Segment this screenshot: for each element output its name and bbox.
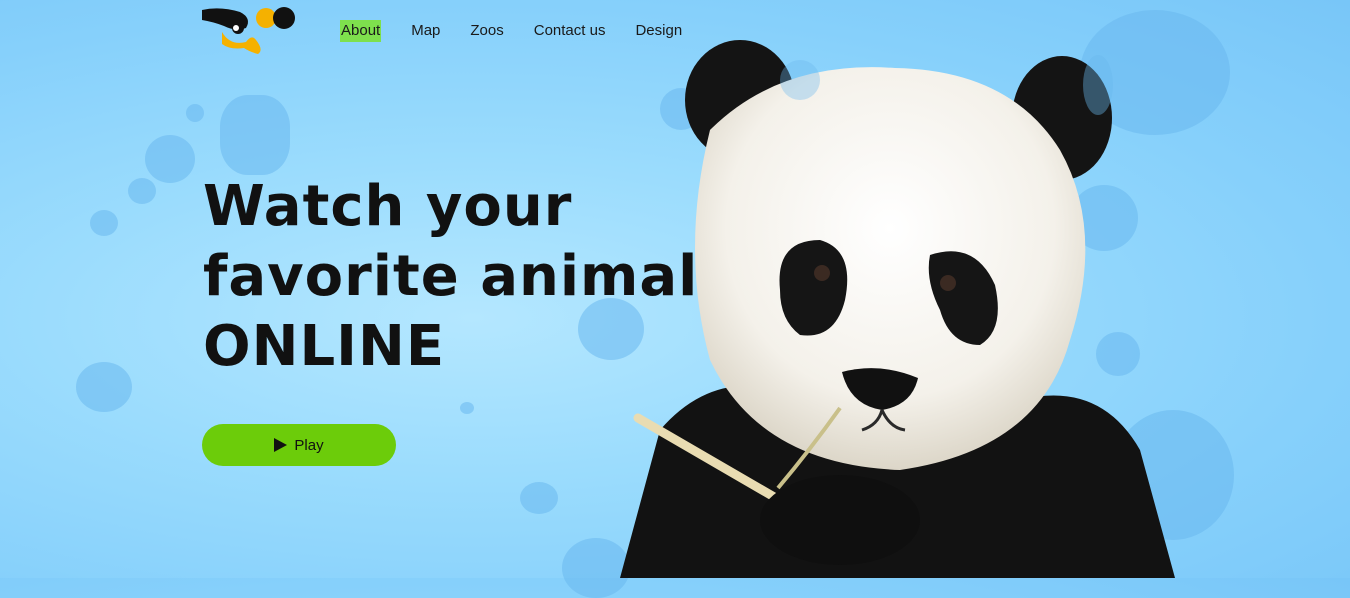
background-splash bbox=[128, 178, 156, 204]
site-header: About Map Zoos Contact us Design bbox=[200, 0, 720, 60]
background-splash bbox=[76, 362, 132, 412]
nav-item-contact-us[interactable]: Contact us bbox=[534, 20, 606, 42]
play-icon bbox=[274, 438, 288, 452]
background-splash bbox=[1083, 55, 1113, 115]
background-splash bbox=[145, 135, 195, 183]
hero-title-line-1: Watch your bbox=[203, 174, 573, 239]
background-splash bbox=[460, 402, 474, 414]
nav-item-zoos[interactable]: Zoos bbox=[470, 20, 503, 42]
nav-item-design[interactable]: Design bbox=[635, 20, 682, 42]
hero-title: Watch your favorite animal ONLINE bbox=[203, 172, 723, 382]
hero-title-line-3: ONLINE bbox=[203, 314, 446, 379]
play-button[interactable]: Play bbox=[202, 424, 396, 466]
zoo-logo-icon[interactable] bbox=[200, 4, 300, 56]
nav-item-map[interactable]: Map bbox=[411, 20, 440, 42]
hero-title-line-2: favorite animal bbox=[203, 244, 699, 309]
background-splash bbox=[90, 210, 118, 236]
background-splash bbox=[186, 104, 204, 122]
background-splash bbox=[780, 60, 820, 100]
nav-item-about[interactable]: About bbox=[340, 20, 382, 42]
play-button-label: Play bbox=[294, 436, 324, 454]
background-splash bbox=[220, 95, 290, 175]
main-nav: About Map Zoos Contact us Design bbox=[340, 20, 712, 42]
background-splash bbox=[520, 482, 558, 514]
